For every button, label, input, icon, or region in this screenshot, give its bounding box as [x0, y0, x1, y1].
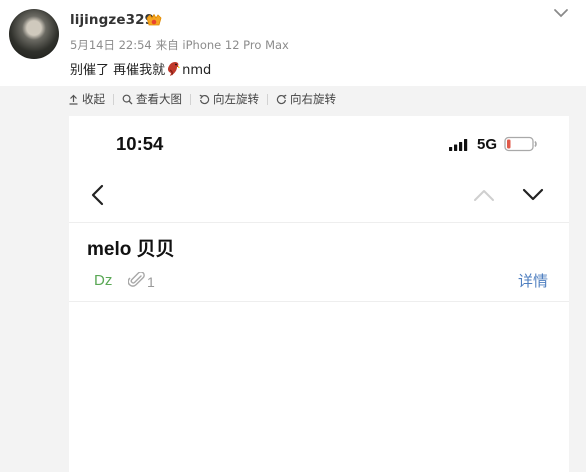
attached-screenshot[interactable]: 10:54 5G melo 贝贝 Dz 1 详情	[69, 116, 569, 472]
details-link[interactable]: 详情	[518, 270, 548, 291]
divider	[69, 222, 569, 223]
post-text: 别催了 再催我就 nmd	[70, 59, 211, 78]
search-icon	[122, 94, 133, 104]
rotate-right-button[interactable]: 向右旋转	[276, 91, 336, 107]
network-label: 5G	[477, 136, 498, 153]
vip-badge-icon	[146, 14, 162, 26]
rotate-right-icon	[276, 94, 287, 104]
back-arrow-icon[interactable]	[90, 184, 106, 206]
avatar[interactable]	[9, 9, 59, 59]
parrot-emoji-icon	[168, 62, 181, 76]
toolbar-divider	[267, 93, 268, 105]
rotate-left-icon	[199, 94, 210, 104]
chevron-down-icon[interactable]	[553, 7, 569, 19]
paperclip-icon	[128, 272, 145, 287]
rotate-left-button[interactable]: 向左旋转	[199, 91, 259, 107]
toolbar-divider	[113, 93, 114, 105]
status-time: 10:54	[116, 133, 164, 154]
divider	[69, 301, 569, 302]
post-text-before: 别催了 再催我就	[70, 63, 166, 78]
attachment-count: 1	[147, 274, 155, 290]
collapse-icon	[69, 94, 78, 105]
post-meta: 5月14日 22:54 来自 iPhone 12 Pro Max	[70, 37, 293, 53]
view-large-label: 查看大图	[136, 92, 182, 106]
view-large-button[interactable]: 查看大图	[122, 91, 182, 107]
toolbar-divider	[190, 93, 191, 105]
sender-label[interactable]: Dz	[94, 272, 112, 289]
email-subject: melo 贝贝	[87, 239, 175, 260]
collapse-button[interactable]: 收起	[68, 91, 105, 107]
post-date[interactable]: 5月14日 22:54	[70, 38, 152, 52]
battery-icon	[504, 136, 537, 152]
username[interactable]: lijingze329	[70, 12, 154, 28]
chevron-down-icon[interactable]	[521, 188, 545, 202]
image-toolbar: 收起 查看大图 向左旋转 向右旋转	[68, 90, 336, 108]
signal-icon	[449, 139, 468, 151]
post-source: 来自 iPhone 12 Pro Max	[155, 38, 289, 52]
post-text-after: nmd	[182, 63, 212, 78]
rotate-left-label: 向左旋转	[213, 92, 259, 106]
rotate-right-label: 向右旋转	[290, 92, 336, 106]
post-header: lijingze329 5月14日 22:54 来自 iPhone 12 Pro …	[0, 0, 586, 86]
chevron-up-icon[interactable]	[472, 188, 496, 202]
collapse-label: 收起	[82, 92, 105, 106]
